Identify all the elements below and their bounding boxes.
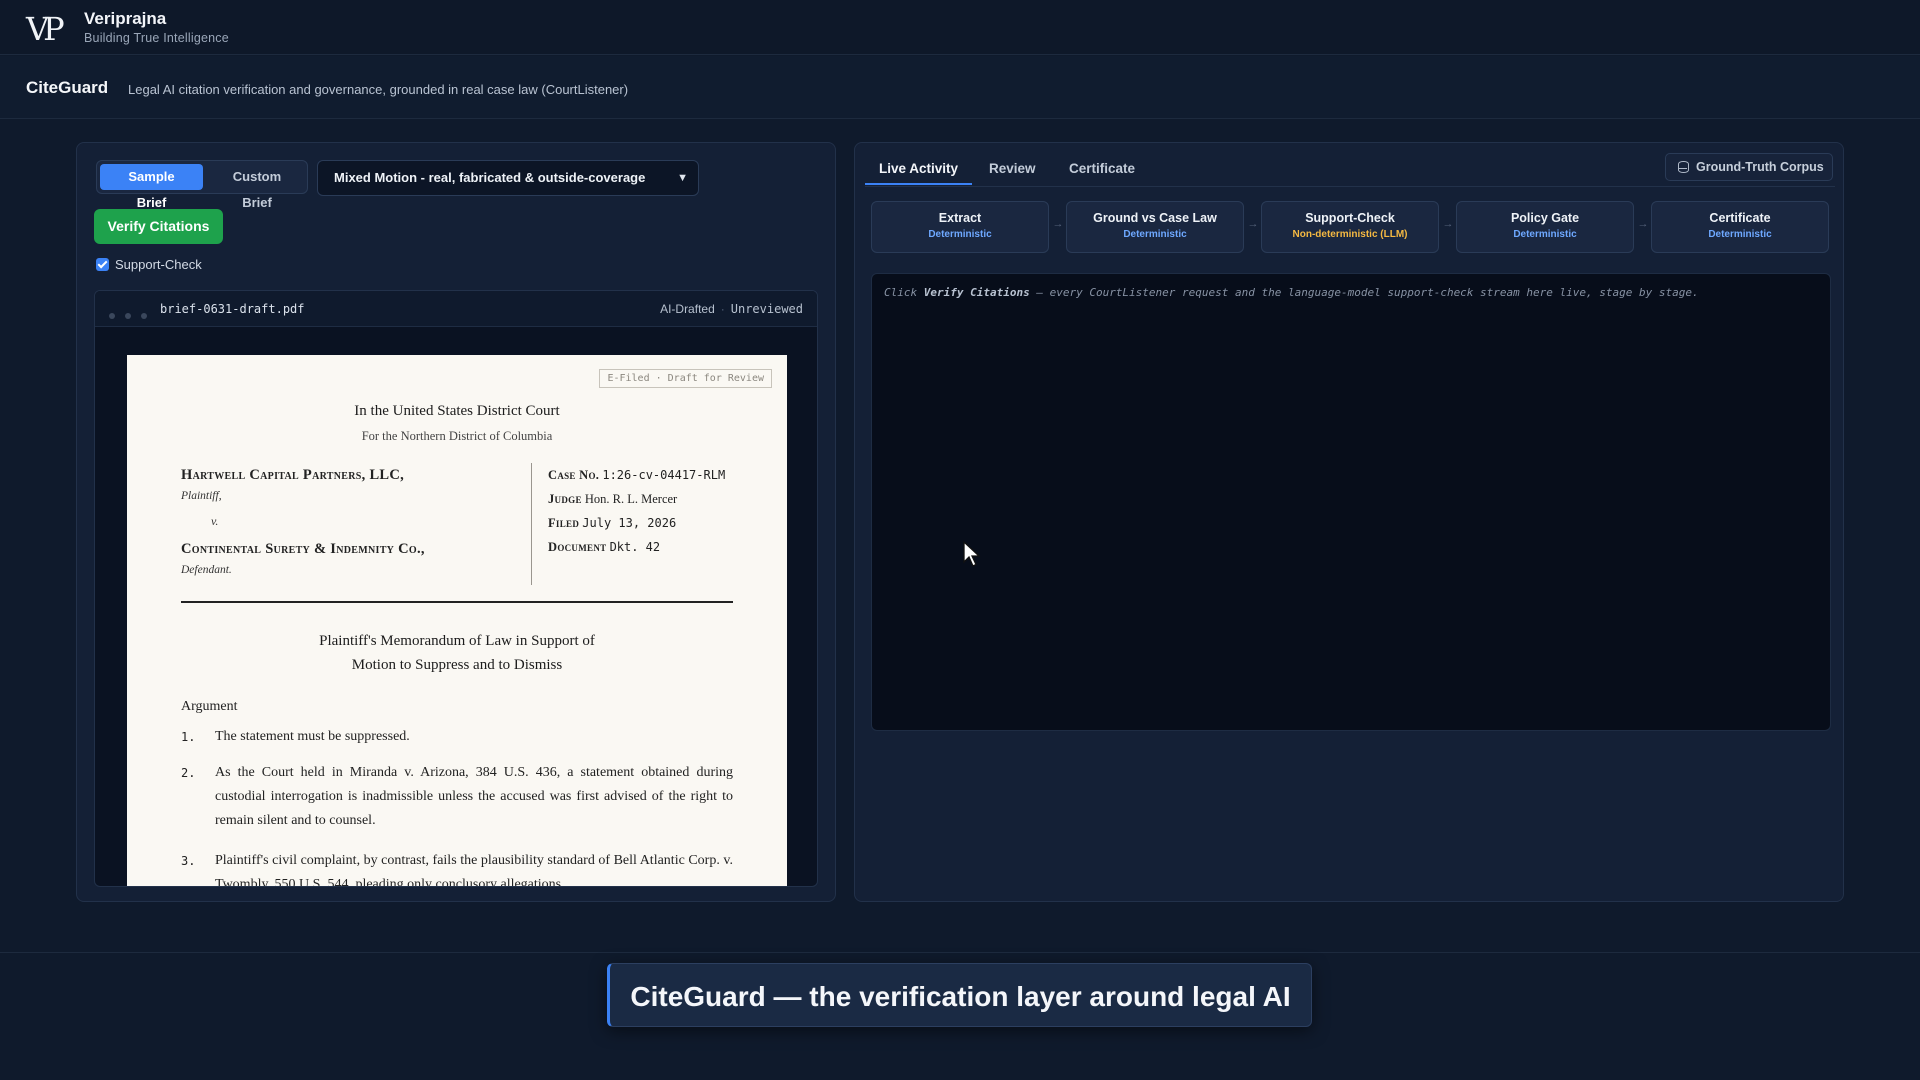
document-number: Document Dkt. 42 [548,540,661,554]
paragraph: 1. The statement must be suppressed. [181,729,410,744]
sample-brief-tab[interactable]: Sample Brief [100,164,203,210]
verify-citations-button[interactable]: Verify Citations [94,209,223,244]
window-dots [109,306,157,324]
judge: Judge Hon. R. L. Mercer [548,492,678,506]
tab-live-activity[interactable]: Live Activity [865,153,973,185]
document-page: E-Filed · Draft for Review In the United… [127,355,787,887]
caption-text: CiteGuard — the verification layer aroun… [630,981,1291,1012]
caption-rule [181,601,733,603]
brand-name: Veriprajna [84,9,167,28]
app-title: CiteGuard [26,78,109,97]
stage-certificate: Certificate Deterministic [1651,201,1829,253]
ai-drafted-badge: AI-Drafted [660,302,715,316]
brief-mode-toggle: Sample Brief Custom Brief [96,160,308,210]
pipeline-stages: Extract Deterministic → Ground vs Case L… [871,201,1831,253]
caption-banner: CiteGuard — the verification layer aroun… [607,963,1312,1027]
brief-panel: Sample Brief Custom Brief Mixed Motion -… [76,142,836,902]
stage-support-check: Support-Check Non-deterministic (LLM) [1261,201,1439,253]
defendant-role: Defendant. [181,564,232,576]
court-heading: In the United States District Court [354,403,560,419]
tabs-divider [865,186,1835,187]
document-title: Plaintiff's Memorandum of Law in Support… [319,633,595,673]
activity-panel: Live Activity Review Certificate Ground-… [854,142,1844,902]
stage-extract: Extract Deterministic [871,201,1049,253]
document-status: AI-Drafted · Unreviewed [660,302,803,316]
app-subtitle: Legal AI citation verification and gover… [128,82,629,97]
tab-certificate[interactable]: Certificate [1055,153,1149,185]
live-activity-console[interactable]: Click Verify Citations — every CourtList… [871,273,1831,731]
stage-policy-gate: Policy Gate Deterministic [1456,201,1634,253]
corpus-label: Ground-Truth Corpus [1696,160,1824,174]
mouse-cursor-icon [963,540,981,567]
console-hint: Click Verify Citations — every CourtList… [884,286,1699,299]
footer-divider [0,952,1920,953]
arrow-right-icon: → [1637,218,1649,230]
arrow-right-icon: → [1247,218,1259,230]
database-icon [1678,161,1689,173]
document-viewer: brief-0631-draft.pdf AI-Drafted · Unreview… [94,290,818,887]
brief-select-value: Mixed Motion - real, fabricated & outsid… [334,170,646,185]
status-separator: · [720,302,725,316]
document-filename: brief-0631-draft.pdf [160,302,305,316]
versus: v. [211,514,219,528]
paragraph: 2. As the Court held in Miranda v. Arizo… [181,765,733,828]
district-heading: For the Northern District of Columbia [361,429,553,443]
support-check-option: Support-Check [96,257,202,275]
support-check-label: Support-Check [115,257,202,272]
defendant-name: Continental Surety & Indemnity Co., [181,541,425,557]
case-number: Case No. 1:26-cv-04417-RLM [548,468,726,482]
brand-logo: VP [26,10,65,48]
plaintiff-role: Plaintiff, [181,490,222,502]
brand-tagline: Building True Intelligence [84,31,229,45]
brief-select[interactable]: Mixed Motion - real, fabricated & outsid… [317,160,699,196]
app-header: CiteGuard Legal AI citation verification… [0,56,1920,119]
unreviewed-badge: Unreviewed [730,302,803,316]
section-heading: Argument [181,699,238,714]
custom-brief-tab[interactable]: Custom Brief [207,164,307,210]
stage-ground-vs-case-law: Ground vs Case Law Deterministic [1066,201,1244,253]
ground-truth-corpus-button[interactable]: Ground-Truth Corpus [1665,153,1833,181]
case-caption-parties: Hartwell Capital Partners, LLC, Plaintif… [181,467,521,576]
brand-bar: VP Veriprajna Building True Intelligence [0,0,1920,55]
arrow-right-icon: → [1052,218,1064,230]
viewer-toolbar: brief-0631-draft.pdf AI-Drafted · Unreview… [95,291,817,327]
plaintiff-name: Hartwell Capital Partners, LLC, [181,467,405,483]
support-check-checkbox[interactable] [96,258,109,271]
tab-review[interactable]: Review [975,153,1050,185]
paragraph: 3. Plaintiff's civil complaint, by contr… [181,853,733,887]
efiled-stamp: E-Filed · Draft for Review [599,369,772,388]
arrow-right-icon: → [1442,218,1454,230]
filed-date: Filed July 13, 2026 [548,516,677,530]
case-caption-details: Case No. 1:26-cv-04417-RLM Judge Hon. R.… [531,463,741,585]
chevron-down-icon: ▼ [677,172,688,184]
